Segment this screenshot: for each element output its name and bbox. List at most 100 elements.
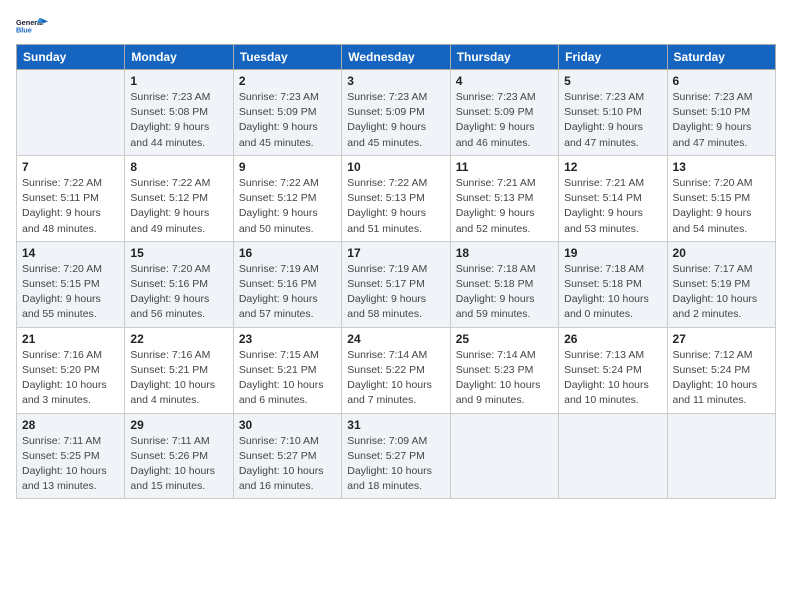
day-number: 29 xyxy=(130,418,227,432)
day-info: Sunrise: 7:20 AMSunset: 5:15 PMDaylight:… xyxy=(673,176,770,237)
day-info: Sunrise: 7:23 AMSunset: 5:09 PMDaylight:… xyxy=(347,90,444,151)
day-info: Sunrise: 7:09 AMSunset: 5:27 PMDaylight:… xyxy=(347,434,444,495)
day-number: 28 xyxy=(22,418,119,432)
calendar-cell: 8Sunrise: 7:22 AMSunset: 5:12 PMDaylight… xyxy=(125,155,233,241)
day-info: Sunrise: 7:22 AMSunset: 5:11 PMDaylight:… xyxy=(22,176,119,237)
day-number: 11 xyxy=(456,160,553,174)
day-info: Sunrise: 7:14 AMSunset: 5:23 PMDaylight:… xyxy=(456,348,553,409)
calendar-cell: 12 Sunrise: 7:21 AMSunset: 5:14 PMDayligh… xyxy=(559,155,667,241)
column-header-thursday: Thursday xyxy=(450,45,558,70)
calendar-cell: 9 Sunrise: 7:22 AMSunset: 5:12 PMDaylight… xyxy=(233,155,341,241)
day-info: Sunrise: 7:21 AMSunset: 5:13 PMDaylight:… xyxy=(456,176,553,237)
calendar-cell xyxy=(450,413,558,499)
day-info: Sunrise: 7:12 AMSunset: 5:24 PMDaylight:… xyxy=(673,348,770,409)
logo: General Blue xyxy=(16,16,48,36)
calendar-cell: 7 Sunrise: 7:22 AMSunset: 5:11 PMDaylight… xyxy=(17,155,125,241)
calendar-cell: 13 Sunrise: 7:20 AMSunset: 5:15 PMDayligh… xyxy=(667,155,775,241)
column-header-sunday: Sunday xyxy=(17,45,125,70)
day-info: Sunrise: 7:23 AMSunset: 5:08 PMDaylight:… xyxy=(130,90,227,151)
day-number: 20 xyxy=(673,246,770,260)
day-number: 30 xyxy=(239,418,336,432)
day-number: 22 xyxy=(130,332,227,346)
day-number: 24 xyxy=(347,332,444,346)
day-number: 26 xyxy=(564,332,661,346)
calendar-cell: 30 Sunrise: 7:10 AMSunset: 5:27 PMDayligh… xyxy=(233,413,341,499)
day-number: 1 xyxy=(130,74,227,88)
column-header-wednesday: Wednesday xyxy=(342,45,450,70)
day-number: 15 xyxy=(130,246,227,260)
calendar-cell: 27 Sunrise: 7:12 AMSunset: 5:24 PMDayligh… xyxy=(667,327,775,413)
day-info: Sunrise: 7:11 AMSunset: 5:25 PMDaylight:… xyxy=(22,434,119,495)
day-info: Sunrise: 7:23 AMSunset: 5:09 PMDaylight:… xyxy=(456,90,553,151)
day-info: Sunrise: 7:16 AMSunset: 5:20 PMDaylight:… xyxy=(22,348,119,409)
calendar-cell: 10 Sunrise: 7:22 AMSunset: 5:13 PMDayligh… xyxy=(342,155,450,241)
calendar-cell: 4 Sunrise: 7:23 AMSunset: 5:09 PMDaylight… xyxy=(450,70,558,156)
calendar-cell: 19Sunrise: 7:18 AMSunset: 5:18 PMDayligh… xyxy=(559,241,667,327)
day-info: Sunrise: 7:21 AMSunset: 5:14 PMDaylight:… xyxy=(564,176,661,237)
day-number: 2 xyxy=(239,74,336,88)
column-header-saturday: Saturday xyxy=(667,45,775,70)
calendar-cell: 31 Sunrise: 7:09 AMSunset: 5:27 PMDayligh… xyxy=(342,413,450,499)
day-number: 6 xyxy=(673,74,770,88)
calendar-cell: 21 Sunrise: 7:16 AMSunset: 5:20 PMDayligh… xyxy=(17,327,125,413)
day-number: 10 xyxy=(347,160,444,174)
calendar-cell: 17 Sunrise: 7:19 AMSunset: 5:17 PMDayligh… xyxy=(342,241,450,327)
day-number: 8 xyxy=(130,160,227,174)
day-number: 4 xyxy=(456,74,553,88)
day-number: 18 xyxy=(456,246,553,260)
calendar-cell: 16 Sunrise: 7:19 AMSunset: 5:16 PMDayligh… xyxy=(233,241,341,327)
svg-text:Blue: Blue xyxy=(16,25,32,34)
day-info: Sunrise: 7:11 AMSunset: 5:26 PMDaylight:… xyxy=(130,434,227,495)
day-info: Sunrise: 7:19 AMSunset: 5:17 PMDaylight:… xyxy=(347,262,444,323)
day-number: 5 xyxy=(564,74,661,88)
day-number: 17 xyxy=(347,246,444,260)
calendar-cell: 3 Sunrise: 7:23 AMSunset: 5:09 PMDaylight… xyxy=(342,70,450,156)
day-info: Sunrise: 7:18 AMSunset: 5:18 PMDaylight:… xyxy=(456,262,553,323)
calendar-cell: 18 Sunrise: 7:18 AMSunset: 5:18 PMDayligh… xyxy=(450,241,558,327)
day-number: 9 xyxy=(239,160,336,174)
day-number: 3 xyxy=(347,74,444,88)
day-info: Sunrise: 7:13 AMSunset: 5:24 PMDaylight:… xyxy=(564,348,661,409)
day-number: 12 xyxy=(564,160,661,174)
day-info: Sunrise: 7:19 AMSunset: 5:16 PMDaylight:… xyxy=(239,262,336,323)
calendar-cell: 20 Sunrise: 7:17 AMSunset: 5:19 PMDayligh… xyxy=(667,241,775,327)
calendar-cell: 6 Sunrise: 7:23 AMSunset: 5:10 PMDaylight… xyxy=(667,70,775,156)
day-info: Sunrise: 7:20 AMSunset: 5:16 PMDaylight:… xyxy=(130,262,227,323)
calendar-cell xyxy=(17,70,125,156)
calendar-cell: 25 Sunrise: 7:14 AMSunset: 5:23 PMDayligh… xyxy=(450,327,558,413)
calendar-cell: 23 Sunrise: 7:15 AMSunset: 5:21 PMDayligh… xyxy=(233,327,341,413)
day-info: Sunrise: 7:10 AMSunset: 5:27 PMDaylight:… xyxy=(239,434,336,495)
day-number: 23 xyxy=(239,332,336,346)
day-number: 16 xyxy=(239,246,336,260)
day-number: 13 xyxy=(673,160,770,174)
calendar-cell: 29 Sunrise: 7:11 AMSunset: 5:26 PMDayligh… xyxy=(125,413,233,499)
calendar-cell: 24Sunrise: 7:14 AMSunset: 5:22 PMDayligh… xyxy=(342,327,450,413)
calendar-cell: 5Sunrise: 7:23 AMSunset: 5:10 PMDaylight… xyxy=(559,70,667,156)
day-info: Sunrise: 7:17 AMSunset: 5:19 PMDaylight:… xyxy=(673,262,770,323)
day-info: Sunrise: 7:22 AMSunset: 5:13 PMDaylight:… xyxy=(347,176,444,237)
day-info: Sunrise: 7:23 AMSunset: 5:09 PMDaylight:… xyxy=(239,90,336,151)
column-header-tuesday: Tuesday xyxy=(233,45,341,70)
day-number: 14 xyxy=(22,246,119,260)
day-number: 25 xyxy=(456,332,553,346)
day-number: 21 xyxy=(22,332,119,346)
day-number: 7 xyxy=(22,160,119,174)
calendar-cell: 22 Sunrise: 7:16 AMSunset: 5:21 PMDayligh… xyxy=(125,327,233,413)
calendar-cell: 15 Sunrise: 7:20 AMSunset: 5:16 PMDayligh… xyxy=(125,241,233,327)
calendar-cell: 2 Sunrise: 7:23 AMSunset: 5:09 PMDaylight… xyxy=(233,70,341,156)
day-info: Sunrise: 7:23 AMSunset: 5:10 PMDaylight:… xyxy=(673,90,770,151)
calendar-cell: 1 Sunrise: 7:23 AMSunset: 5:08 PMDaylight… xyxy=(125,70,233,156)
day-info: Sunrise: 7:20 AMSunset: 5:15 PMDaylight:… xyxy=(22,262,119,323)
day-number: 31 xyxy=(347,418,444,432)
day-number: 19 xyxy=(564,246,661,260)
calendar-cell xyxy=(667,413,775,499)
calendar-cell: 11 Sunrise: 7:21 AMSunset: 5:13 PMDayligh… xyxy=(450,155,558,241)
calendar-cell xyxy=(559,413,667,499)
day-info: Sunrise: 7:15 AMSunset: 5:21 PMDaylight:… xyxy=(239,348,336,409)
day-info: Sunrise: 7:16 AMSunset: 5:21 PMDaylight:… xyxy=(130,348,227,409)
day-info: Sunrise: 7:22 AMSunset: 5:12 PMDaylight:… xyxy=(239,176,336,237)
column-header-monday: Monday xyxy=(125,45,233,70)
general-blue-logo-icon: General Blue xyxy=(16,16,48,36)
day-number: 27 xyxy=(673,332,770,346)
calendar-cell: 28 Sunrise: 7:11 AMSunset: 5:25 PMDayligh… xyxy=(17,413,125,499)
